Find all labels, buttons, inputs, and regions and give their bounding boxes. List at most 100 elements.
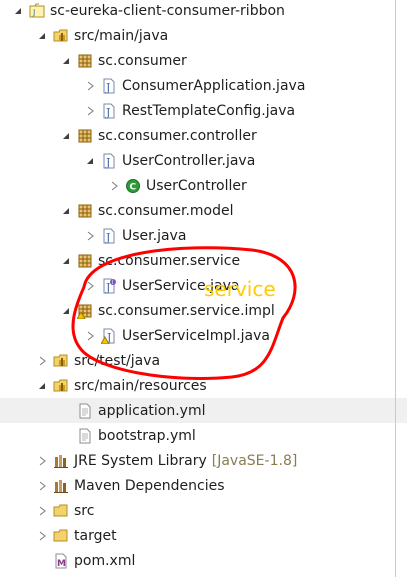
tree-item[interactable]: Maven Dependencies: [0, 473, 407, 498]
source-folder-icon: [53, 28, 69, 44]
collapse-arrow-icon[interactable]: [84, 105, 96, 117]
svg-text:J: J: [105, 81, 110, 94]
tree-item-label: UserController: [146, 177, 247, 194]
tree-item[interactable]: Jsc-eureka-client-consumer-ribbon: [0, 0, 407, 23]
tree-item-label: JRE System Library: [74, 452, 207, 469]
tree-item-label: sc.consumer.service: [98, 252, 241, 269]
tree-item[interactable]: sc.consumer.service: [0, 248, 407, 273]
expand-arrow-icon[interactable]: [36, 30, 48, 42]
library-icon: [53, 478, 69, 494]
tree-item[interactable]: src/test/java: [0, 348, 407, 373]
collapse-arrow-icon[interactable]: [84, 80, 96, 92]
svg-text:J: J: [105, 156, 110, 169]
tree-item[interactable]: application.yml: [0, 398, 407, 423]
tree-item-label: src/main/java: [74, 27, 169, 44]
java-file-icon: J: [101, 153, 117, 169]
tree-item[interactable]: J UserServiceImpl.java: [0, 323, 407, 348]
class-icon: C: [125, 178, 141, 194]
tree-item[interactable]: src/main/resources: [0, 373, 407, 398]
collapse-arrow-icon[interactable]: [36, 355, 48, 367]
tree-item[interactable]: J UserController.java: [0, 148, 407, 173]
svg-text:C: C: [130, 182, 137, 192]
package-icon: [77, 203, 93, 219]
tree-item-label: src: [74, 502, 95, 519]
file-icon: [77, 428, 93, 444]
folder-icon: [53, 528, 69, 544]
tree-item[interactable]: C UserController: [0, 173, 407, 198]
expand-arrow-icon[interactable]: [60, 305, 72, 317]
tree-item[interactable]: J User.java: [0, 223, 407, 248]
tree-item[interactable]: src/main/java: [0, 23, 407, 48]
project-icon: J: [29, 3, 45, 19]
folder-icon: [53, 503, 69, 519]
svg-text:J: J: [105, 106, 110, 119]
file-icon: [77, 403, 93, 419]
package-icon: [77, 253, 93, 269]
tree-item-label: UserService.java: [122, 277, 240, 294]
tree-item-suffix: [JavaSE-1.8]: [211, 452, 298, 469]
tree-item-label: sc.consumer.service.impl: [98, 302, 275, 319]
expand-arrow-icon[interactable]: [60, 55, 72, 67]
expand-arrow-icon[interactable]: [36, 380, 48, 392]
collapse-arrow-icon[interactable]: [108, 180, 120, 192]
svg-text:J: J: [105, 231, 110, 244]
tree-item-label: src/test/java: [74, 352, 161, 369]
tree-item-label: bootstrap.yml: [98, 427, 196, 444]
expand-arrow-icon[interactable]: [60, 205, 72, 217]
package-icon: [77, 53, 93, 69]
svg-text:I: I: [112, 280, 113, 286]
tree-item-label: User.java: [122, 227, 187, 244]
maven-pom-icon: M: [53, 553, 69, 569]
tree-item[interactable]: sc.consumer.model: [0, 198, 407, 223]
java-interface-file-icon: JI: [101, 278, 117, 294]
tree-item-label: pom.xml: [74, 552, 136, 569]
package-icon: [77, 128, 93, 144]
tree-item[interactable]: Mpom.xml: [0, 548, 407, 573]
collapse-arrow-icon[interactable]: [36, 505, 48, 517]
java-file-warning-icon: J: [101, 328, 117, 344]
tree-item-label: UserController.java: [122, 152, 256, 169]
collapse-arrow-icon[interactable]: [36, 480, 48, 492]
java-file-icon: J: [101, 228, 117, 244]
tree-item[interactable]: JRE System Library [JavaSE-1.8]: [0, 448, 407, 473]
expand-arrow-icon[interactable]: [84, 155, 96, 167]
tree-item[interactable]: J I UserService.java: [0, 273, 407, 298]
collapse-arrow-icon[interactable]: [84, 230, 96, 242]
tree-item[interactable]: sc.consumer: [0, 48, 407, 73]
source-folder-icon: [53, 378, 69, 394]
tree-item-label: UserServiceImpl.java: [122, 327, 270, 344]
svg-text:M: M: [57, 559, 66, 569]
tree-item[interactable]: J RestTemplateConfig.java: [0, 98, 407, 123]
tree-item[interactable]: J ConsumerApplication.java: [0, 73, 407, 98]
java-file-icon: J: [101, 78, 117, 94]
collapse-arrow-icon[interactable]: [36, 530, 48, 542]
collapse-arrow-icon[interactable]: [84, 330, 96, 342]
no-toggle: [60, 405, 72, 417]
tree-item-label: RestTemplateConfig.java: [122, 102, 296, 119]
tree-item-label: ConsumerApplication.java: [122, 77, 306, 94]
svg-text:J: J: [32, 8, 35, 17]
package-warning-icon: [77, 303, 93, 319]
tree-item-label: sc.consumer.model: [98, 202, 234, 219]
java-file-icon: J: [101, 103, 117, 119]
collapse-arrow-icon[interactable]: [84, 280, 96, 292]
tree-item[interactable]: target: [0, 523, 407, 548]
tree-item-label: sc.consumer.controller: [98, 127, 257, 144]
tree-item[interactable]: sc.consumer.controller: [0, 123, 407, 148]
no-toggle: [36, 555, 48, 567]
tree-item-label: sc-eureka-client-consumer-ribbon: [50, 2, 285, 19]
expand-arrow-icon[interactable]: [60, 130, 72, 142]
tree-item-label: sc.consumer: [98, 52, 187, 69]
expand-arrow-icon[interactable]: [12, 5, 24, 17]
tree-item[interactable]: bootstrap.yml: [0, 423, 407, 448]
no-toggle: [60, 430, 72, 442]
library-icon: [53, 453, 69, 469]
source-folder-icon: [53, 353, 69, 369]
tree-item-label: Maven Dependencies: [74, 477, 225, 494]
expand-arrow-icon[interactable]: [60, 255, 72, 267]
collapse-arrow-icon[interactable]: [36, 455, 48, 467]
tree-item[interactable]: sc.consumer.service.impl: [0, 298, 407, 323]
tree-item[interactable]: src: [0, 498, 407, 523]
svg-text:J: J: [105, 281, 110, 294]
vertical-divider: [395, 0, 396, 577]
